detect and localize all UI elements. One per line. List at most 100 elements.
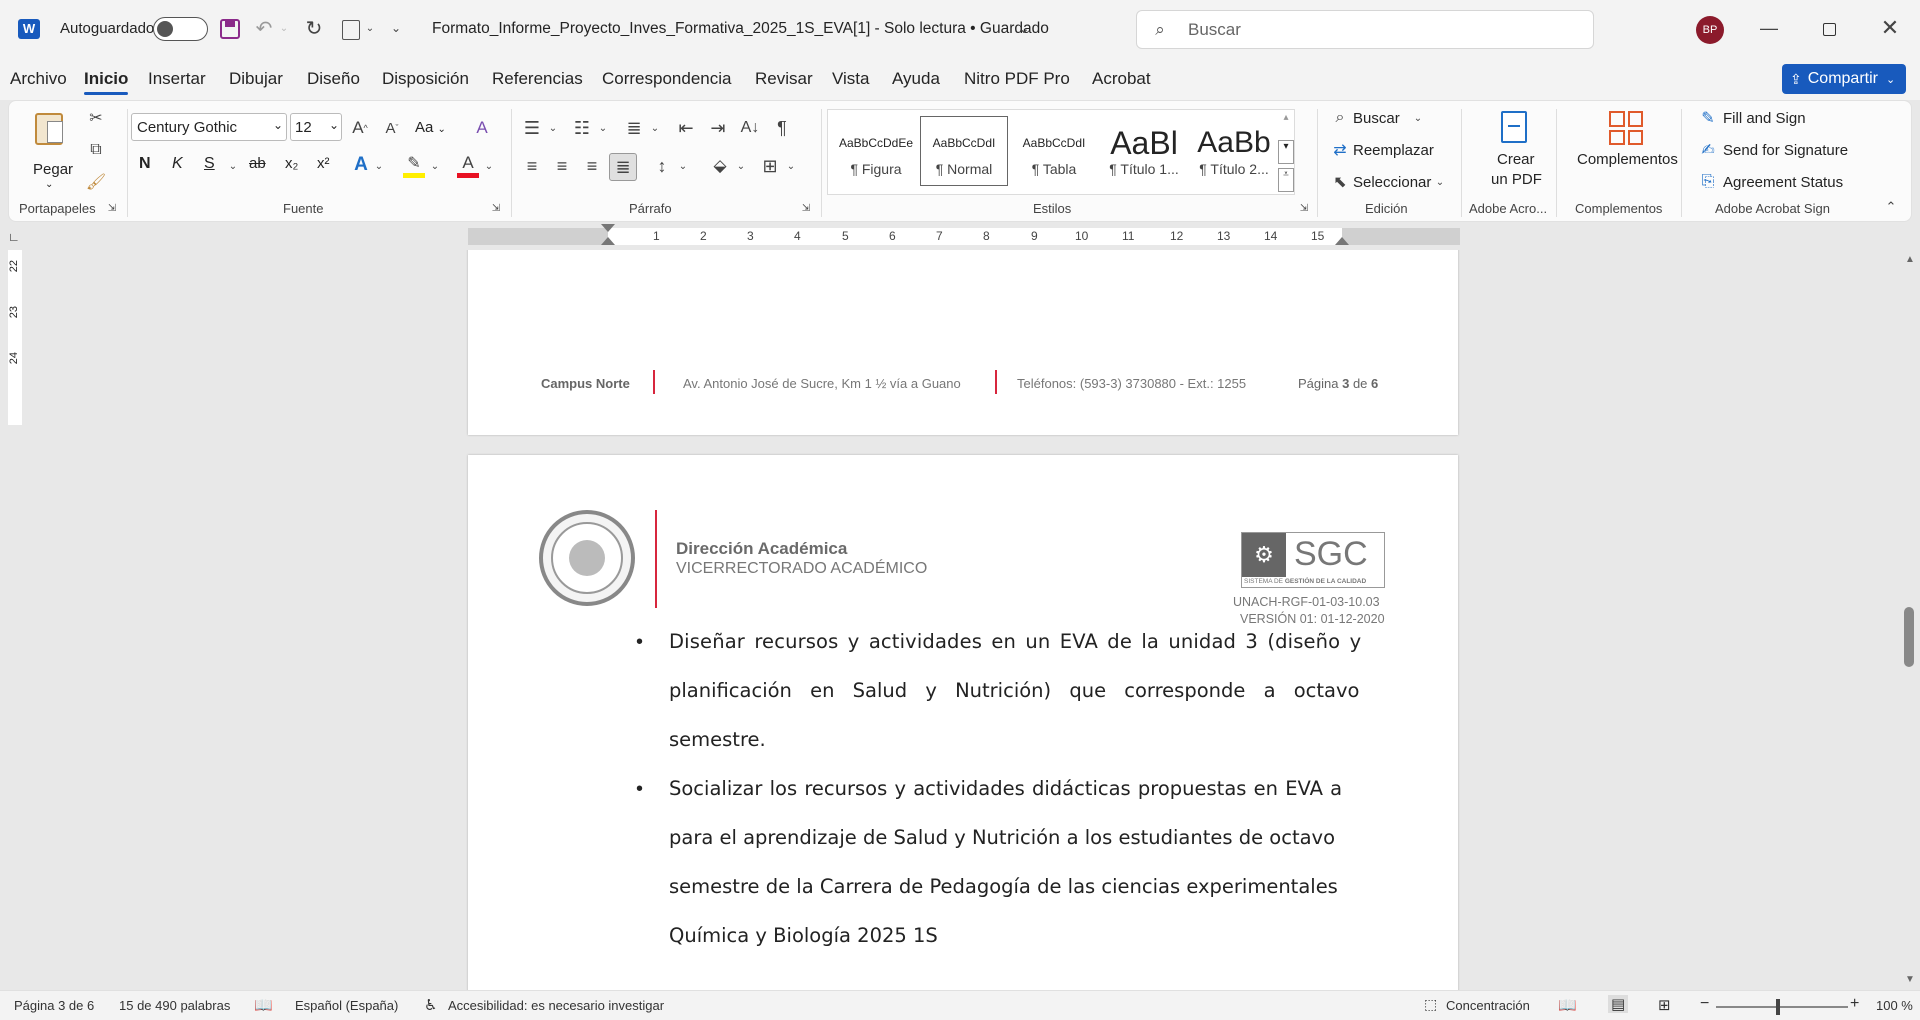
font-color-chevron-icon[interactable]: ⌄	[483, 157, 495, 175]
multilevel-list-icon[interactable]: ≣	[621, 115, 647, 141]
styles-launcher-icon[interactable]: ⇲	[1297, 201, 1311, 215]
right-indent-icon[interactable]	[1335, 237, 1349, 245]
tab-acrobat[interactable]: Acrobat	[1092, 69, 1151, 89]
hanging-indent-icon[interactable]	[601, 237, 615, 245]
underline-chevron-icon[interactable]: ⌄	[227, 157, 239, 175]
borders-chevron-icon[interactable]: ⌄	[785, 157, 797, 175]
select-button[interactable]: Seleccionar	[1353, 174, 1431, 191]
read-mode-icon[interactable]: 📖	[1558, 996, 1577, 1014]
styles-more-icon[interactable]: ⩡	[1278, 168, 1294, 192]
addins-button[interactable]: Complementos	[1569, 109, 1685, 195]
scroll-up-icon[interactable]: ▲	[1905, 254, 1915, 265]
text-effects-icon[interactable]: A	[349, 153, 373, 177]
bullet-1-line[interactable]: Diseñar recursos y actividades en un EVA…	[669, 630, 1361, 653]
title-chevron-down-icon[interactable]: ⌄	[1016, 17, 1032, 39]
tab-nitro-pdf-pro[interactable]: Nitro PDF Pro	[964, 69, 1070, 89]
scroll-thumb[interactable]	[1904, 607, 1914, 667]
status-page[interactable]: Página 3 de 6	[14, 998, 94, 1013]
fill-and-sign-button[interactable]: Fill and Sign	[1723, 110, 1806, 127]
cut-icon[interactable]: ✂	[85, 107, 107, 129]
increase-indent-icon[interactable]: ⇥	[705, 115, 731, 141]
underline-button[interactable]: S	[204, 155, 215, 173]
shading-chevron-icon[interactable]: ⌄	[735, 157, 747, 175]
multilevel-chevron-icon[interactable]: ⌄	[649, 119, 661, 137]
bullet-2-line[interactable]: Socializar los recursos y actividades di…	[669, 777, 1342, 800]
avatar[interactable]: BP	[1696, 16, 1724, 44]
bullet-2-line[interactable]: Química y Biología 2025 1S	[669, 924, 938, 947]
select-icon[interactable]: ⬉	[1329, 171, 1351, 193]
paste-quick-dropdown-icon[interactable]: ⌄	[364, 18, 376, 38]
sort-icon[interactable]: A↓	[737, 115, 763, 141]
status-word-count[interactable]: 15 de 490 palabras	[119, 998, 230, 1013]
show-formatting-icon[interactable]: ¶	[769, 115, 795, 141]
tab-insertar[interactable]: Insertar	[148, 69, 206, 89]
send-signature-icon[interactable]: ✍	[1697, 139, 1719, 161]
send-for-signature-button[interactable]: Send for Signature	[1723, 142, 1848, 159]
justify-icon[interactable]: ≣	[609, 153, 637, 181]
align-center-icon[interactable]: ≡	[549, 153, 575, 179]
select-chevron-icon[interactable]: ⌄	[1433, 173, 1447, 191]
agreement-status-button[interactable]: Agreement Status	[1723, 174, 1843, 191]
tab-ayuda[interactable]: Ayuda	[892, 69, 940, 89]
font-family-select[interactable]: Century Gothic ⌄	[131, 113, 287, 141]
numbering-icon[interactable]: ☷	[569, 115, 595, 141]
word-app-icon[interactable]: W	[18, 19, 40, 39]
tab-diseno[interactable]: Diseño	[307, 69, 360, 89]
font-color-button[interactable]: A	[455, 153, 481, 179]
numbering-chevron-icon[interactable]: ⌄	[597, 119, 609, 137]
tab-archivo[interactable]: Archivo	[10, 69, 67, 89]
tab-revisar[interactable]: Revisar	[755, 69, 813, 89]
document-title[interactable]: Formato_Informe_Proyecto_Inves_Formativa…	[432, 20, 1049, 38]
horizontal-ruler[interactable]: ∟ 1 2 3 4 5 6 7 8 9 10 11 12 13 14 15	[0, 224, 1920, 250]
replace-button[interactable]: Reemplazar	[1353, 142, 1434, 159]
bullet-1-line[interactable]: semestre.	[669, 728, 766, 751]
status-focus[interactable]: Concentración	[1446, 998, 1530, 1013]
style-normal[interactable]: AaBbCcDdI ¶ Normal	[920, 116, 1008, 186]
change-case-button[interactable]: Aa ⌄	[415, 119, 446, 136]
clear-formatting-icon[interactable]: A	[469, 115, 495, 141]
highlight-chevron-icon[interactable]: ⌄	[429, 157, 441, 175]
paste-button[interactable]: Pegar ⌄	[27, 109, 73, 190]
close-icon[interactable]: ✕	[1876, 14, 1904, 42]
minimize-icon[interactable]: —	[1756, 14, 1782, 42]
format-painter-icon[interactable]: 🖌	[85, 171, 107, 193]
tab-referencias[interactable]: Referencias	[492, 69, 583, 89]
restore-icon[interactable]	[1823, 23, 1836, 36]
decrease-indent-icon[interactable]: ⇤	[673, 115, 699, 141]
agreement-status-icon[interactable]: ⎘	[1697, 171, 1719, 193]
style-titulo-2[interactable]: AaBb ¶ Título 2...	[1190, 116, 1278, 186]
undo-dropdown-icon[interactable]: ⌄	[278, 18, 290, 38]
customize-toolbar-icon[interactable]: ⌄	[388, 18, 404, 38]
undo-icon[interactable]: ↶	[252, 16, 276, 40]
styles-scroll-down-icon[interactable]: ▾	[1278, 140, 1294, 164]
styles-scroll-up-icon[interactable]: ▴	[1278, 112, 1294, 136]
style-figura[interactable]: AaBbCcDdEe ¶ Figura	[832, 116, 920, 186]
paste-quick-icon[interactable]	[342, 20, 360, 40]
find-button[interactable]: Buscar	[1353, 110, 1400, 127]
accessibility-icon[interactable]: ♿	[424, 996, 437, 1014]
zoom-slider[interactable]	[1716, 999, 1848, 1015]
bullets-chevron-icon[interactable]: ⌄	[547, 119, 559, 137]
status-accessibility[interactable]: Accesibilidad: es necesario investigar	[448, 998, 664, 1013]
italic-button[interactable]: K	[172, 155, 183, 173]
bullets-icon[interactable]: ☰	[519, 115, 545, 141]
clipboard-launcher-icon[interactable]: ⇲	[105, 201, 119, 215]
vertical-ruler[interactable]: 22 23 24	[0, 250, 28, 990]
paragraph-launcher-icon[interactable]: ⇲	[799, 201, 813, 215]
highlight-color-button[interactable]: ✎	[401, 153, 427, 179]
line-spacing-icon[interactable]: ↕	[649, 153, 675, 179]
collapse-ribbon-icon[interactable]: ⌃	[1881, 197, 1901, 217]
zoom-in-icon[interactable]: +	[1850, 995, 1859, 1013]
text-effects-chevron-icon[interactable]: ⌄	[373, 157, 385, 175]
tab-selector-icon[interactable]: ∟	[8, 230, 20, 244]
replace-icon[interactable]: ⇄	[1329, 139, 1351, 161]
bullet-2-line[interactable]: para el aprendizaje de Salud y Nutrición…	[669, 826, 1335, 849]
autosave-toggle[interactable]	[153, 17, 208, 41]
align-left-icon[interactable]: ≡	[519, 153, 545, 179]
status-zoom[interactable]: 100 %	[1876, 998, 1913, 1013]
find-chevron-icon[interactable]: ⌄	[1411, 109, 1425, 127]
save-icon[interactable]	[220, 19, 240, 39]
copy-icon[interactable]: ⧉	[85, 139, 107, 161]
search-box[interactable]: ⌕ Buscar	[1136, 10, 1594, 49]
scroll-down-icon[interactable]: ▼	[1905, 974, 1915, 985]
